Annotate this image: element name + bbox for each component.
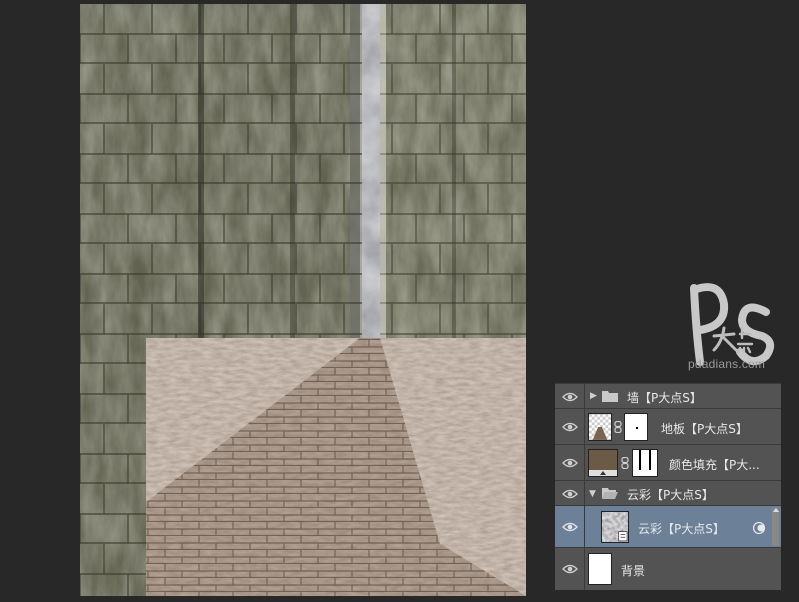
layer-name[interactable]: 地板【P大点S】: [661, 420, 748, 437]
layers-scrollbar[interactable]: [772, 508, 779, 546]
folder-icon: [602, 391, 618, 402]
eye-column-divider: [584, 481, 585, 505]
visibility-eye-icon[interactable]: [562, 521, 578, 533]
layer-row-background[interactable]: 背景: [555, 548, 781, 590]
eye-column-divider: [584, 548, 585, 590]
open-folder-icon: [602, 488, 618, 499]
visibility-eye-icon[interactable]: [562, 391, 578, 403]
eye-column-divider: [584, 506, 585, 547]
layer-row-floor[interactable]: 地板【P大点S】: [555, 409, 781, 445]
eye-column-divider: [584, 445, 585, 480]
expand-arrow-icon[interactable]: ▶: [590, 391, 597, 401]
visibility-eye-icon[interactable]: [562, 488, 578, 500]
mask-link-icon[interactable]: [621, 457, 629, 469]
layer-name[interactable]: 颜色填充【P大...: [669, 456, 760, 473]
layer-mask-thumbnail[interactable]: [624, 413, 648, 441]
layer-name[interactable]: 云彩【P大点S】: [627, 486, 714, 503]
collapse-arrow-icon[interactable]: ▼: [589, 489, 596, 499]
watermark-url: pdadians.com: [688, 357, 766, 371]
eye-column-divider: [584, 384, 585, 408]
layer-row-wall-group[interactable]: ▶ 墙【P大点S】: [555, 384, 781, 409]
layers-panel: ▶ 墙【P大点S】 地板【P大点S】 颜色填充【P大... ▼ 云彩【P大点S】…: [555, 383, 781, 590]
smart-object-thumbnail: [601, 511, 629, 543]
fill-color-thumbnail[interactable]: [588, 449, 618, 477]
layer-name[interactable]: 背景: [621, 562, 645, 579]
layer-name[interactable]: 云彩【P大点S】: [638, 520, 725, 537]
visibility-eye-icon[interactable]: [562, 421, 578, 433]
canvas-artwork: [80, 4, 526, 596]
eye-column-divider: [584, 409, 585, 444]
layer-name[interactable]: 墙【P大点S】: [627, 389, 702, 406]
mask-link-icon[interactable]: [614, 421, 622, 433]
layer-row-cloud-group[interactable]: ▼ 云彩【P大点S】: [555, 481, 781, 506]
layer-row-cloud-smart-object[interactable]: 云彩【P大点S】: [555, 506, 781, 548]
layer-row-color-fill[interactable]: 颜色填充【P大...: [555, 445, 781, 481]
smart-filter-icon[interactable]: [752, 521, 766, 535]
visibility-eye-icon[interactable]: [562, 457, 578, 469]
layer-thumbnail: [588, 553, 612, 585]
visibility-eye-icon[interactable]: [562, 563, 578, 575]
layer-thumbnail: [588, 413, 612, 441]
document-canvas[interactable]: [80, 4, 526, 596]
scroll-up-arrow-icon[interactable]: [773, 508, 779, 512]
layer-mask-thumbnail[interactable]: [632, 449, 658, 477]
